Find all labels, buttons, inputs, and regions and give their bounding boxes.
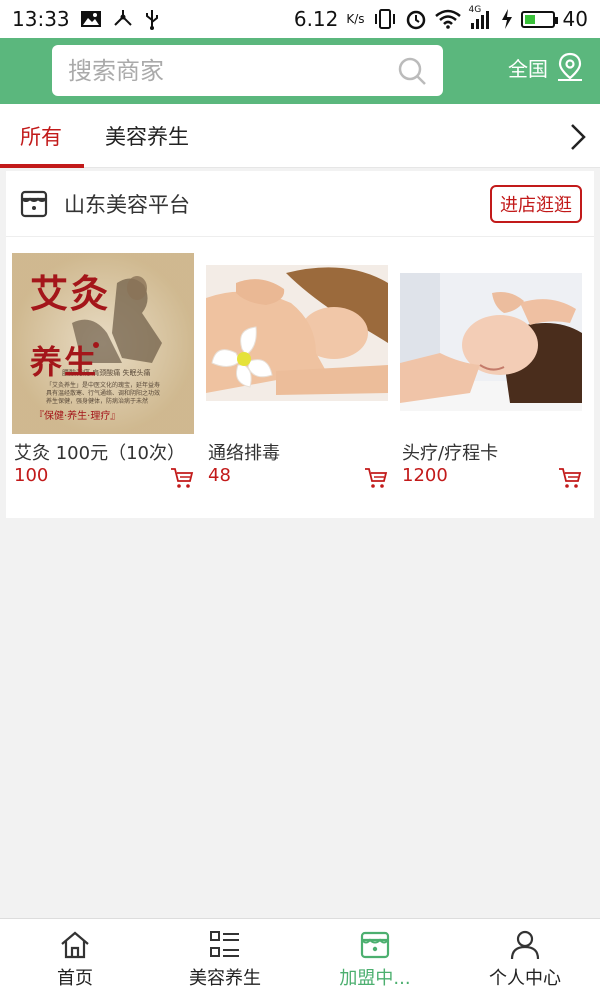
storefront-icon: [360, 931, 390, 958]
person-icon: [510, 930, 540, 959]
tab-label: 所有: [20, 125, 62, 149]
back-massage-photo: [206, 253, 388, 434]
battery-icon: [520, 10, 558, 28]
tab-label: 美容养生: [105, 125, 189, 149]
product-price: 48: [208, 465, 231, 486]
bottom-nav: 首页 美容养生 加盟中... 个人中心: [0, 918, 600, 1000]
chevron-right-icon[interactable]: [568, 122, 588, 152]
product-image[interactable]: [400, 253, 582, 434]
store-name: 山东美容平台: [64, 192, 190, 217]
region-label: 全国: [508, 56, 548, 81]
home-icon: [61, 931, 89, 958]
head-therapy-photo: [400, 253, 582, 434]
poster-bottom-text: 『保健·养生·理疗』: [34, 411, 121, 422]
store-card: 山东美容平台 进店逛逛 腰酸背痛 肩颈酸痛 失眠头痛 「艾灸养生」是中医文化的瑰…: [6, 171, 594, 518]
share-icon: [113, 10, 132, 26]
product-card[interactable]: 头疗/疗程卡 1200: [394, 253, 588, 493]
product-price: 1200: [402, 465, 448, 486]
nav-profile[interactable]: 个人中心: [450, 919, 600, 1000]
signal-icon: 4G: [469, 5, 493, 29]
cart-icon[interactable]: [364, 467, 388, 489]
product-name: 艾灸 100元（10次）: [14, 443, 185, 464]
product-card[interactable]: 腰酸背痛 肩颈酸痛 失眠头痛 「艾灸养生」是中医文化的瑰宝，延年益寿 具有温经散…: [6, 253, 200, 493]
vibrate-icon: [374, 9, 395, 29]
map-pin-icon: [558, 52, 582, 81]
cart-icon[interactable]: [170, 467, 194, 489]
store-header[interactable]: 山东美容平台 进店逛逛: [6, 171, 594, 237]
tab-beauty-wellness[interactable]: 美容养生: [105, 104, 189, 168]
net-speed: 6.12: [293, 7, 339, 31]
active-tab-indicator: [0, 164, 84, 168]
poster-title-1: 艾灸: [30, 271, 111, 316]
product-list: 腰酸背痛 肩颈酸痛 失眠头痛 「艾灸养生」是中医文化的瑰宝，延年益寿 具有温经散…: [6, 253, 594, 493]
search-bar[interactable]: [52, 45, 443, 96]
product-price: 100: [14, 465, 49, 486]
category-tabs: 所有 美容养生: [0, 104, 600, 168]
nav-beauty-wellness[interactable]: 美容养生: [150, 919, 300, 1000]
signal-type: 4G: [468, 5, 482, 15]
image-icon: [80, 11, 101, 27]
nav-label: 加盟中...: [339, 967, 411, 989]
nav-label: 美容养生: [189, 967, 261, 989]
poster-title-2: 养生: [30, 343, 99, 381]
usb-icon: [145, 10, 158, 30]
charging-icon: [501, 9, 512, 29]
product-name: 通络排毒: [208, 443, 280, 464]
region-selector[interactable]: 全国: [508, 52, 584, 82]
visit-store-button[interactable]: 进店逛逛: [490, 184, 582, 223]
status-bar: 13:33 6.12 K/s 4G 40: [0, 0, 600, 38]
product-image[interactable]: 腰酸背痛 肩颈酸痛 失眠头痛 「艾灸养生」是中医文化的瑰宝，延年益寿 具有温经散…: [12, 253, 194, 434]
svg-text:具有温经散寒、行气通络、调和阴阳之功效: 具有温经散寒、行气通络、调和阴阳之功效: [46, 389, 160, 397]
search-input[interactable]: [68, 56, 397, 85]
grid-list-icon: [210, 930, 239, 957]
battery-level-text: 40: [562, 7, 588, 31]
alarm-icon: [406, 10, 425, 30]
product-card[interactable]: 通络排毒 48: [200, 253, 394, 493]
product-name: 头疗/疗程卡: [402, 443, 499, 464]
nav-home[interactable]: 首页: [0, 919, 150, 1000]
search-icon[interactable]: [397, 56, 427, 86]
wifi-icon: [434, 9, 461, 29]
nav-label: 首页: [57, 967, 93, 989]
battery-level: [524, 14, 535, 24]
net-unit: K/s: [346, 12, 365, 26]
app-header: 全国: [0, 38, 600, 104]
svg-text:养生保健，强身健体，防病治病于未然: 养生保健，强身健体，防病治病于未然: [46, 397, 148, 405]
nav-label: 个人中心: [489, 967, 561, 989]
status-time: 13:33: [12, 7, 70, 31]
product-image[interactable]: [206, 253, 388, 434]
store-icon: [20, 190, 48, 217]
cart-icon[interactable]: [558, 467, 582, 489]
tab-all[interactable]: 所有: [20, 104, 62, 168]
nav-franchise[interactable]: 加盟中...: [300, 919, 450, 1000]
